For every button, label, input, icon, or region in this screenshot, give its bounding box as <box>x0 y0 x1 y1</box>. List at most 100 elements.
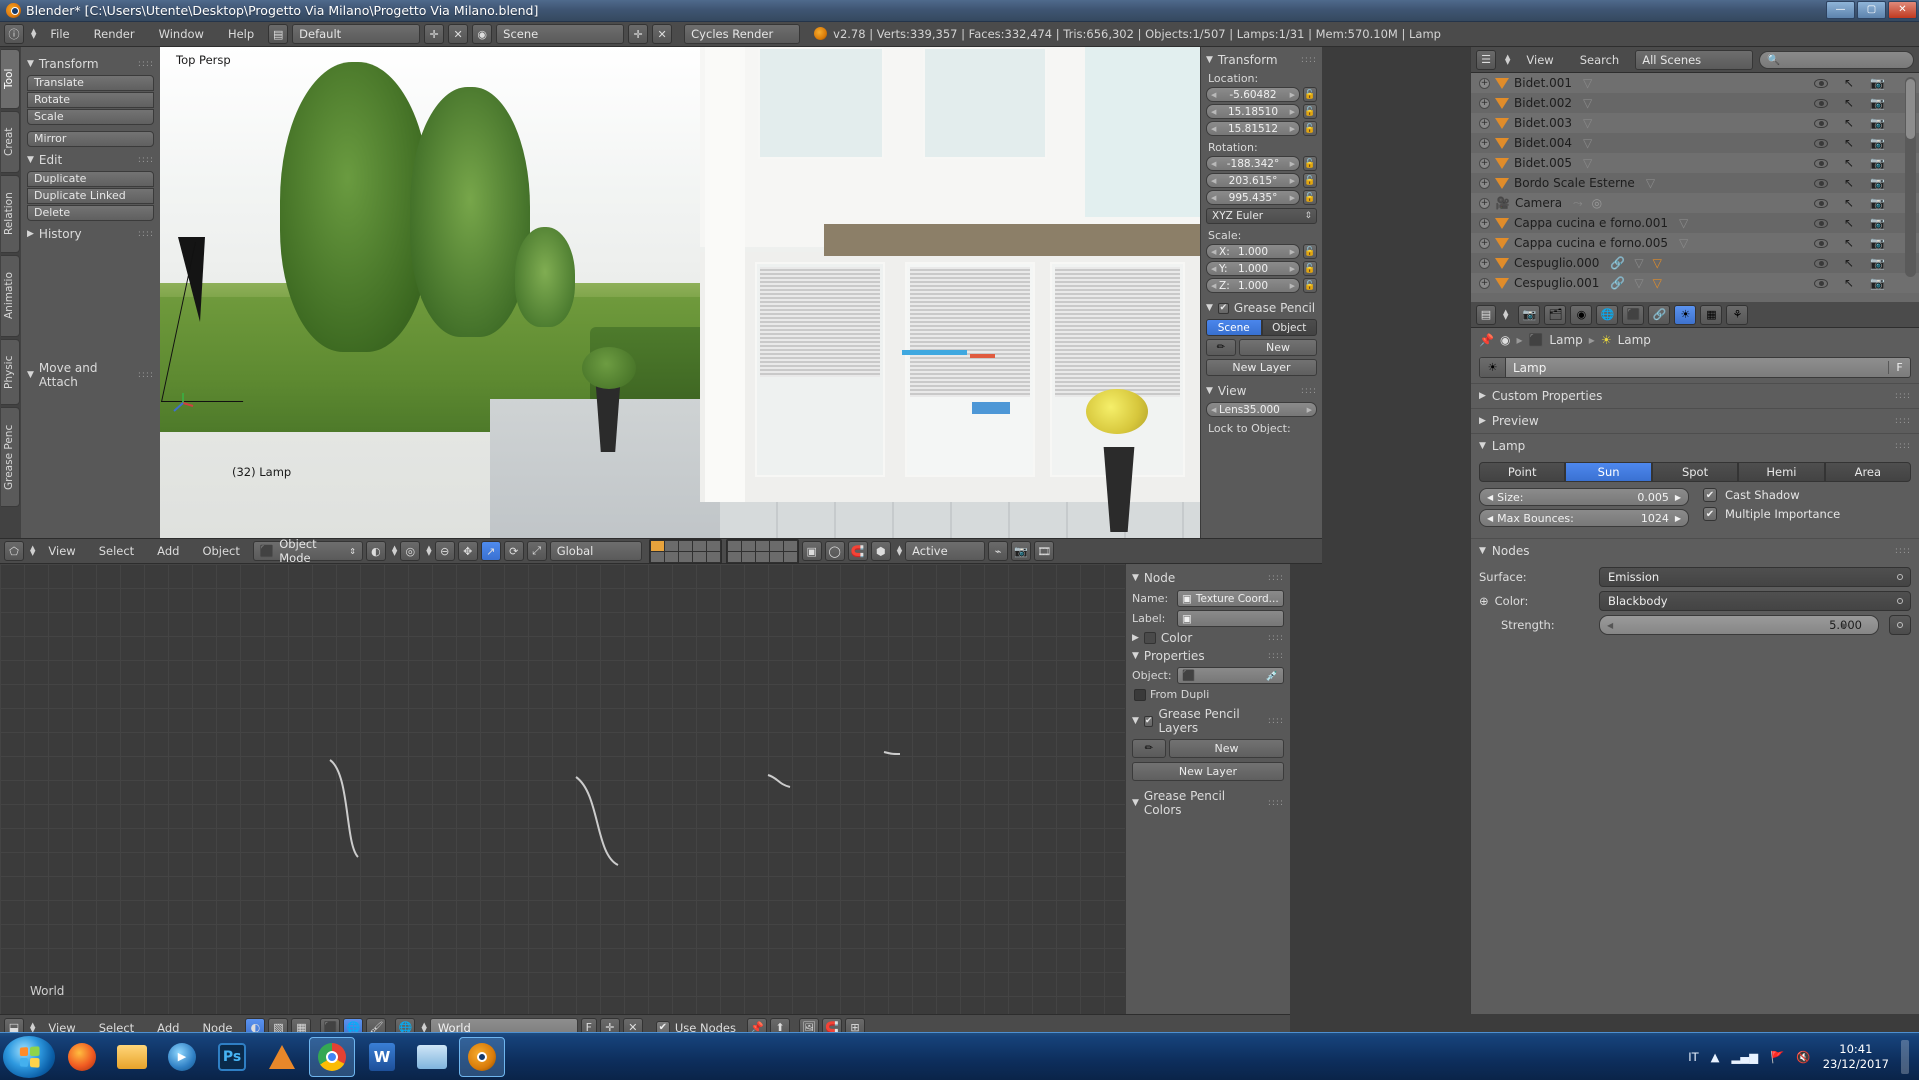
increment-arrow-icon[interactable]: ▶ <box>1290 125 1295 133</box>
expand-node-icon[interactable]: ⊕ <box>1479 594 1489 608</box>
rotate-manipulator-icon[interactable]: ⟳ <box>503 541 524 561</box>
increment-arrow-icon[interactable]: ▶ <box>1290 91 1295 99</box>
link-icon[interactable]: 🔗 <box>1610 276 1625 290</box>
decrement-arrow-icon[interactable]: ◀ <box>1211 177 1216 185</box>
viewport-shading-spinner[interactable]: ▲ ▼ <box>392 545 397 557</box>
cast-shadow-checkbox[interactable]: ✔ <box>1703 488 1717 502</box>
snap-magnet-icon[interactable]: 🧲 <box>847 541 868 561</box>
lens-field[interactable]: ◀ Lens: 35.000 ▶ <box>1206 402 1317 417</box>
lock-location-x-icon[interactable]: 🔓 <box>1303 87 1317 102</box>
tab-grease-pencil[interactable]: Grease Penc <box>1 407 20 507</box>
tab-constraints-icon[interactable]: 🔗 <box>1648 304 1671 325</box>
pin-id-icon[interactable]: 📌 <box>1479 333 1494 347</box>
proportional-edit-icon[interactable]: ⊖ <box>434 541 455 561</box>
strength-slider[interactable]: ◀ 5.000 ▶ <box>1599 615 1879 635</box>
transform-orientation-selector[interactable]: Global <box>549 541 642 561</box>
network-warning-icon[interactable]: 🚩 <box>1770 1050 1784 1064</box>
restrict-select-icon[interactable]: ↖ <box>1844 156 1854 170</box>
scale-y-field[interactable]: ◀ Y: 1.000 ▶ <box>1206 261 1300 276</box>
opengl-render-icon[interactable]: 📷 <box>1011 541 1032 561</box>
restrict-view-icon[interactable] <box>1813 278 1828 288</box>
taskbar-explorer2-icon[interactable] <box>409 1037 455 1077</box>
tab-lamp-data-icon[interactable]: ☀ <box>1674 304 1697 325</box>
edit-panel-header[interactable]: ▼ Edit :::: <box>27 153 154 167</box>
opengl-render-animation-icon[interactable]: 🎞 <box>1034 541 1055 561</box>
n-transform-header[interactable]: ▼ Transform :::: <box>1206 53 1317 67</box>
lock-location-y-icon[interactable]: 🔓 <box>1303 104 1317 119</box>
lock-scale-z-icon[interactable]: 🔓 <box>1303 278 1317 293</box>
restrict-view-icon[interactable] <box>1813 258 1828 268</box>
restrict-select-icon[interactable]: ↖ <box>1844 196 1854 210</box>
node-name-field[interactable]: ▣ Texture Coord... <box>1177 590 1284 607</box>
tab-scene-icon[interactable]: ◉ <box>1570 304 1593 325</box>
breadcrumb-object[interactable]: Lamp <box>1549 333 1582 347</box>
location-x-field[interactable]: ◀ -5.60482 ▶ <box>1206 87 1300 102</box>
lamp-size-field[interactable]: ◀ Size: 0.005 ▶ <box>1479 488 1689 506</box>
duplicate-linked-button[interactable]: Duplicate Linked <box>27 188 154 204</box>
history-panel-header[interactable]: ▶ History :::: <box>27 227 154 241</box>
restrict-view-icon[interactable] <box>1813 198 1828 208</box>
pencil-icon[interactable]: ✏ <box>1206 339 1236 356</box>
location-z-field[interactable]: ◀ 15.81512 ▶ <box>1206 121 1300 136</box>
restrict-render-icon[interactable]: 📷 <box>1870 76 1885 90</box>
editor-type-3dview-icon[interactable]: ⬠ <box>4 541 24 561</box>
restrict-render-icon[interactable]: 📷 <box>1870 136 1885 150</box>
increment-arrow-icon[interactable]: ▶ <box>1290 248 1295 256</box>
grease-pencil-checkbox[interactable]: ✔ <box>1217 302 1229 314</box>
restrict-select-icon[interactable]: ↖ <box>1844 116 1854 130</box>
outliner-search-input[interactable]: 🔍 <box>1759 50 1914 69</box>
node-properties-panel-header[interactable]: ▼ Properties :::: <box>1132 649 1284 663</box>
lamp-type-point[interactable]: Point <box>1479 462 1566 482</box>
editor-type-spinner[interactable]: ▲ ▼ <box>30 545 35 557</box>
tab-create[interactable]: Creat <box>1 111 20 173</box>
gp-new-button[interactable]: New <box>1169 739 1284 758</box>
manipulator-toggle-icon[interactable]: ✥ <box>457 541 478 561</box>
restrict-render-icon[interactable]: 📷 <box>1870 116 1885 130</box>
rotation-x-field[interactable]: ◀ -188.342° ▶ <box>1206 156 1300 171</box>
editor-type-spinner[interactable]: ▲ ▼ <box>1505 53 1510 65</box>
render-preview-icon[interactable]: ◯ <box>824 541 845 561</box>
tab-object-icon[interactable]: ⬛ <box>1622 304 1645 325</box>
interaction-mode-selector[interactable]: ⬛ Object Mode ⇕ <box>252 537 363 565</box>
taskbar-explorer-icon[interactable] <box>109 1037 155 1077</box>
color-node-field[interactable]: Blackbody <box>1599 591 1911 611</box>
menu-help[interactable]: Help <box>218 24 264 44</box>
rotation-z-field[interactable]: ◀ 995.435° ▶ <box>1206 190 1300 205</box>
lamp-type-hemi[interactable]: Hemi <box>1738 462 1825 482</box>
breadcrumb-data[interactable]: Lamp <box>1618 333 1651 347</box>
vp-menu-object[interactable]: Object <box>192 541 249 561</box>
decrement-arrow-icon[interactable]: ◀ <box>1211 265 1216 273</box>
screen-layout-icon[interactable]: ▤ <box>268 24 289 44</box>
gp-new-button[interactable]: New <box>1239 339 1317 356</box>
taskbar-chrome-icon[interactable] <box>309 1036 355 1077</box>
node-color-panel-header[interactable]: ▶ Color :::: <box>1132 631 1284 645</box>
scene-browse-icon[interactable]: ◉ <box>472 24 493 44</box>
editor-type-properties-icon[interactable]: ▤ <box>1476 304 1496 325</box>
mesh-data-icon[interactable]: ▽ <box>1583 96 1592 110</box>
lock-scale-x-icon[interactable]: 🔓 <box>1303 244 1317 259</box>
mesh-data-icon[interactable]: ▽ <box>1583 136 1592 150</box>
mesh-data-icon[interactable]: ▽ <box>1583 76 1592 90</box>
language-indicator[interactable]: IT <box>1688 1050 1698 1064</box>
lock-location-z-icon[interactable]: 🔓 <box>1303 121 1317 136</box>
expand-icon[interactable]: + <box>1479 237 1490 249</box>
gp-new-layer-button[interactable]: New Layer <box>1132 762 1284 781</box>
expand-icon[interactable]: + <box>1479 217 1490 229</box>
taskbar-blender-icon[interactable] <box>459 1036 505 1077</box>
link-icon[interactable]: 🔗 <box>1610 256 1625 270</box>
tab-tool[interactable]: Tool <box>1 49 20 109</box>
editor-type-outliner-icon[interactable]: ☰ <box>1476 49 1496 70</box>
expand-icon[interactable]: + <box>1479 97 1490 109</box>
lock-scale-y-icon[interactable]: 🔓 <box>1303 261 1317 276</box>
increment-arrow-icon[interactable]: ▶ <box>1290 177 1295 185</box>
restrict-render-icon[interactable]: 📷 <box>1870 176 1885 190</box>
tab-render-layers-icon[interactable]: 🗂 <box>1544 304 1567 325</box>
mesh-data-icon[interactable]: ▽ <box>1679 236 1688 250</box>
multiple-importance-checkbox[interactable]: ✔ <box>1703 507 1717 521</box>
outliner-row-bidet-001[interactable]: + Bidet.001 ▽ ↖ 📷 <box>1471 73 1919 93</box>
color-swatch[interactable] <box>1143 632 1156 644</box>
decrement-arrow-icon[interactable]: ◀ <box>1211 406 1216 414</box>
menu-window[interactable]: Window <box>149 24 214 44</box>
taskbar-media-player-icon[interactable]: ▶ <box>159 1037 205 1077</box>
expand-icon[interactable]: + <box>1479 177 1490 189</box>
